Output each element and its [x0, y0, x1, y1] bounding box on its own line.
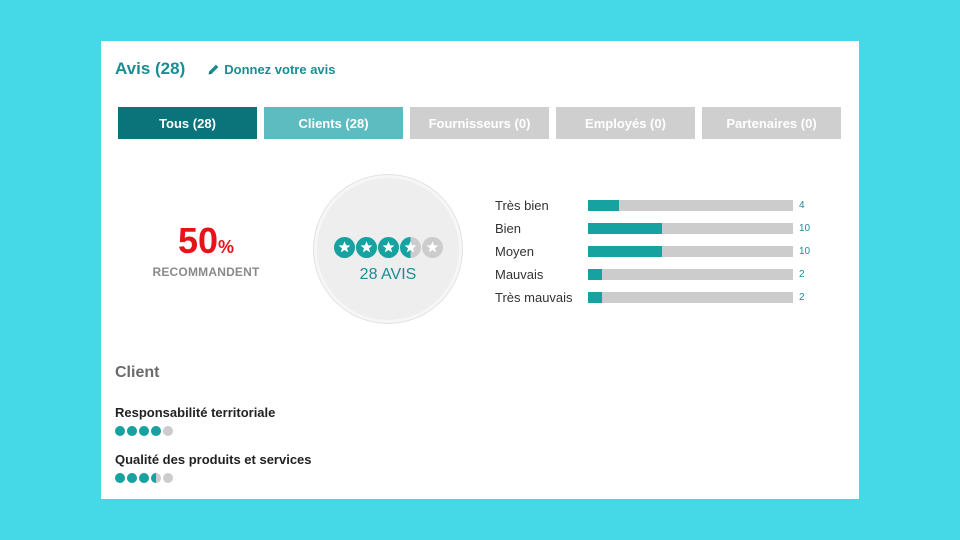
reviews-title: Avis (28) [115, 59, 186, 78]
distribution-label: Très mauvais [495, 290, 573, 305]
recommend-label: RECOMMANDENT [152, 265, 260, 279]
reviews-header: Avis (28) Donnez votre avis [115, 59, 336, 79]
distribution-bar-fill [588, 269, 603, 280]
tab-tous[interactable]: Tous (28) [118, 107, 257, 139]
distribution-count: 10 [799, 246, 811, 257]
recommend-stat: 50% RECOMMANDENT [131, 223, 281, 280]
pencil-icon [208, 64, 219, 74]
distribution-label: Mauvais [495, 267, 544, 282]
distribution-label: Bien [495, 221, 522, 236]
distribution-bar-fill [588, 292, 603, 303]
distribution-count: 2 [799, 269, 805, 280]
dot-icon [151, 473, 161, 483]
tab-clients[interactable]: Clients (28) [264, 107, 403, 139]
dot-icon [151, 426, 161, 436]
criterion-label: Responsabilité territoriale [115, 405, 276, 420]
distribution-row: Très mauvais 2 [495, 286, 810, 309]
criterion-score [115, 426, 275, 436]
distribution-bar-fill [588, 200, 619, 211]
distribution-bar [588, 246, 793, 257]
write-review-link[interactable]: Donnez votre avis [207, 61, 336, 77]
dot-icon [139, 473, 149, 483]
distribution-label: Moyen [495, 244, 535, 259]
dot-icon [163, 473, 173, 483]
tab-partenaires[interactable]: Partenaires (0) [702, 107, 841, 139]
write-review-label: Donnez votre avis [224, 61, 336, 77]
distribution-row: Mauvais 2 [495, 263, 810, 286]
distribution-count: 4 [799, 200, 805, 211]
criterion-score [115, 473, 312, 483]
tab-label: Employés (0) [585, 115, 666, 131]
dot-icon [115, 473, 125, 483]
criterion-qualite: Qualité des produits et services [115, 452, 312, 483]
star-icon [334, 237, 355, 258]
review-tabs: Tous (28) Clients (28) Fournisseurs (0) … [118, 107, 848, 139]
rating-circle: 28 AVIS [314, 175, 462, 323]
star-rating [334, 237, 444, 258]
star-icon [422, 237, 443, 258]
distribution-bar-fill [588, 223, 662, 234]
distribution-bar-fill [588, 246, 662, 257]
criterion-responsabilite: Responsabilité territoriale [115, 405, 275, 436]
dot-icon [127, 473, 137, 483]
reviews-card: Avis (28) Donnez votre avis Tous (28) Cl… [101, 41, 859, 499]
criterion-label: Qualité des produits et services [115, 452, 312, 467]
rating-distribution: Très bien 4 Bien 10 Moyen 10 Mauvais 2 Très mauv… [495, 194, 810, 309]
star-icon [400, 237, 421, 258]
tab-employes[interactable]: Employés (0) [556, 107, 695, 139]
distribution-label: Très bien [495, 198, 549, 213]
dot-icon [127, 426, 137, 436]
distribution-count: 10 [799, 223, 811, 234]
tab-label: Partenaires (0) [726, 115, 817, 131]
dot-icon [115, 426, 125, 436]
distribution-bar [588, 292, 793, 303]
dot-icon [163, 426, 173, 436]
recommend-value: 50% [131, 223, 281, 259]
star-icon [378, 237, 399, 258]
tab-label: Tous (28) [159, 115, 216, 131]
section-title: Client [115, 364, 160, 381]
distribution-bar [588, 269, 793, 280]
review-count: 28 AVIS [359, 266, 417, 283]
tab-fournisseurs[interactable]: Fournisseurs (0) [410, 107, 549, 139]
dot-icon [139, 426, 149, 436]
tab-label: Clients (28) [298, 115, 369, 131]
distribution-bar [588, 200, 793, 211]
star-icon [356, 237, 377, 258]
distribution-row: Moyen 10 [495, 240, 810, 263]
tab-label: Fournisseurs (0) [428, 115, 531, 131]
distribution-count: 2 [799, 292, 805, 303]
distribution-row: Très bien 4 [495, 194, 810, 217]
distribution-bar [588, 223, 793, 234]
recommend-unit: % [218, 237, 235, 257]
recommend-number: 50 [177, 220, 219, 261]
distribution-row: Bien 10 [495, 217, 810, 240]
